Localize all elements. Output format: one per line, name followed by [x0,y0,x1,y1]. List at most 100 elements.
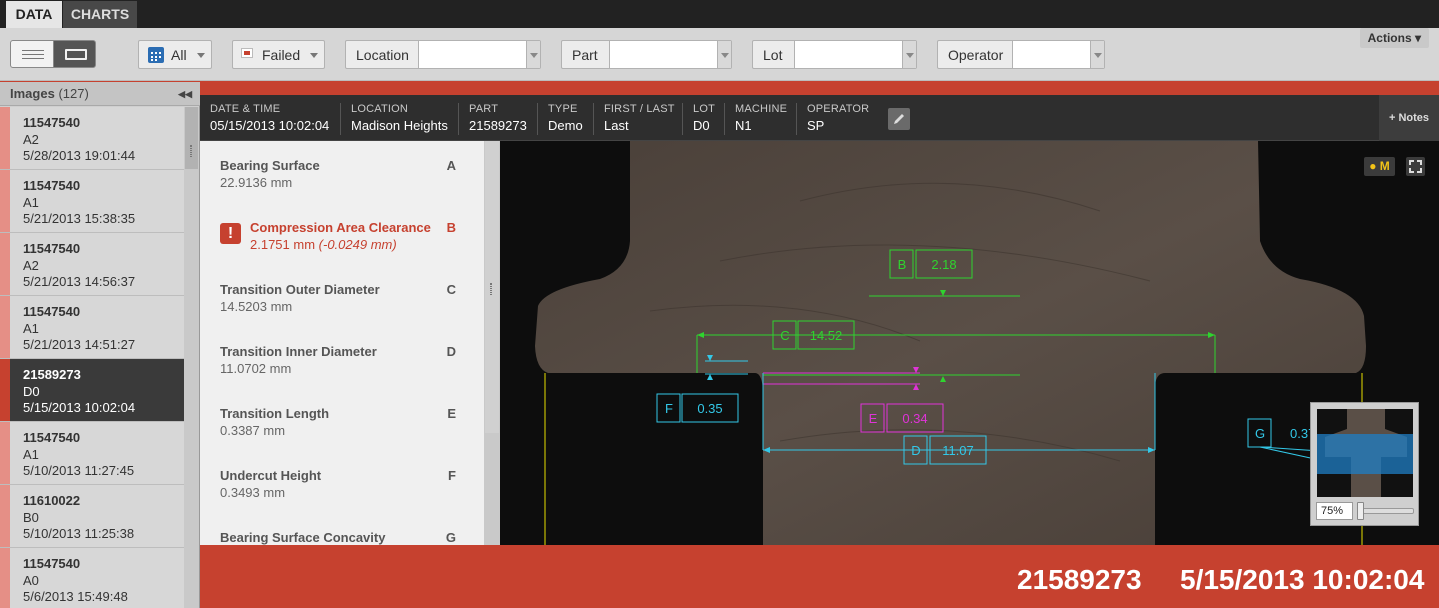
zoom-level-input[interactable]: 75% [1316,502,1353,520]
item-datetime: 5/21/2013 14:51:27 [23,337,136,352]
measurement-value: 11.0702 mm [220,361,292,376]
scrollbar-thumb[interactable] [185,107,198,169]
item-datetime: 5/10/2013 11:25:38 [23,526,135,541]
info-value: Madison Heights [351,118,448,133]
navigator-thumbnail[interactable] [1317,409,1413,497]
info-label: MACHINE [735,103,788,115]
image-list-item[interactable]: 11547540 A2 5/28/2013 19:01:44 [0,107,184,170]
measurement-value: 14.5203 mm [220,299,293,314]
callout-e-letter: E [869,411,878,426]
operator-filter[interactable]: Operator [937,40,1105,69]
location-dropdown-button[interactable] [526,41,540,68]
info-value: Demo [548,118,583,133]
part-input[interactable] [609,41,717,68]
measurement-item[interactable]: Bearing Surface Concavity G [220,530,470,545]
status-filter-dropdown[interactable]: Failed [232,40,325,69]
item-lot: A1 [23,446,39,462]
image-viewer[interactable]: B 2.18 C 14.52 E 0.34 F 0.35 D 11.07 G 0… [500,141,1439,545]
lot-dropdown-button[interactable] [902,41,916,68]
measure-mode-badge[interactable]: ● M [1364,157,1395,176]
info-type: TYPE Demo [537,103,583,135]
item-part: 11547540 [23,430,81,445]
measurement-item[interactable]: Bearing Surface 22.9136 mm A [220,158,470,190]
location-input[interactable] [418,41,526,68]
measurement-letter: B [446,220,456,235]
list-view-button[interactable] [10,40,54,68]
add-notes-button[interactable]: + Notes [1379,95,1439,141]
measurement-letter: E [447,406,456,421]
tab-data[interactable]: DATA [6,1,62,28]
info-location: LOCATION Madison Heights [340,103,448,135]
measurement-item[interactable]: Transition Inner Diameter 11.0702 mm D [220,344,470,376]
measurements-panel: Bearing Surface 22.9136 mm A ! Compression… [200,141,500,545]
part-filter[interactable]: Part [561,40,732,69]
image-list-item[interactable]: 11547540 A0 5/6/2013 15:49:48 [0,548,184,608]
measurements-scrollbar[interactable] [484,141,500,545]
zoom-slider[interactable] [1358,508,1414,514]
measurement-item[interactable]: Transition Outer Diameter 14.5203 mm C [220,282,470,314]
callout-e-value: 0.34 [902,411,927,426]
navigator-viewport [1317,434,1413,474]
item-datetime: 5/21/2013 14:56:37 [23,274,136,289]
item-part: 21589273 [23,367,81,382]
location-filter[interactable]: Location [345,40,541,69]
item-lot: A2 [23,257,39,273]
grip-icon [190,145,192,157]
image-list-item[interactable]: 11547540 A1 5/21/2013 15:38:35 [0,170,184,233]
item-part: 11547540 [23,304,81,319]
callout-c-letter: C [780,328,789,343]
operator-dropdown-button[interactable] [1090,41,1104,68]
lot-filter-label: Lot [763,47,783,63]
info-label: FIRST / LAST [604,103,675,115]
measurement-item[interactable]: Undercut Height 0.3493 mm F [220,468,470,500]
part-dropdown-button[interactable] [717,41,731,68]
actions-menu-button[interactable]: Actions ▾ [1359,28,1429,48]
info-lot: LOT D0 [682,103,715,135]
image-list-item-selected[interactable]: 21589273 D0 5/15/2013 10:02:04 [0,359,184,422]
grip-icon [490,283,492,295]
info-value: N1 [735,118,752,133]
measurement-letter: A [446,158,456,173]
footer-datetime: 5/15/2013 10:02:04 [1180,564,1425,595]
scrollbar-thumb[interactable] [485,141,499,433]
sidebar-scrollbar[interactable] [184,107,199,608]
date-filter-dropdown[interactable]: All [138,40,212,69]
info-first-last: FIRST / LAST Last [593,103,675,135]
collapse-icon[interactable]: ◀◀ [178,82,192,106]
failed-status-icon [241,48,253,58]
info-label: DATE & TIME [210,103,281,115]
filter-toolbar: All Failed Location Part Lot Operator Ac… [0,28,1439,81]
edit-info-button[interactable] [888,108,910,130]
lot-filter[interactable]: Lot [752,40,917,69]
info-label: TYPE [548,103,578,115]
sidebar-header: Images (127) ◀◀ [0,82,200,106]
images-sidebar: Images (127) ◀◀ 11547540 A2 5/28/2013 19:0… [0,82,200,608]
operator-input[interactable] [1012,41,1090,68]
item-part: 11610022 [23,493,81,508]
card-view-button[interactable] [53,40,96,68]
info-label: PART [469,103,499,115]
info-operator: OPERATOR SP [796,103,878,135]
fullscreen-icon[interactable] [1406,157,1425,176]
image-list-item[interactable]: 11547540 A1 5/21/2013 14:51:27 [0,296,184,359]
measurement-item-failed[interactable]: Compression Area Clearance 2.1751 mm (-0.… [250,220,470,252]
item-lot: A0 [23,572,39,588]
tab-charts[interactable]: CHARTS [63,1,137,28]
lot-input[interactable] [794,41,902,68]
item-datetime: 5/21/2013 15:38:35 [23,211,136,226]
image-list-item[interactable]: 11547540 A2 5/21/2013 14:56:37 [0,233,184,296]
image-list-item[interactable]: 11547540 A1 5/10/2013 11:27:45 [0,422,184,485]
image-list-item[interactable]: 11610022 B0 5/10/2013 11:25:38 [0,485,184,548]
status-bar-accent [0,81,1439,95]
info-machine: MACHINE N1 [724,103,787,135]
measurement-name: Bearing Surface Concavity [220,530,386,545]
measurement-item[interactable]: Transition Length 0.3387 mm E [220,406,470,438]
callout-b-value: 2.18 [931,257,956,272]
zoom-slider-handle[interactable] [1357,502,1364,520]
measurement-name: Transition Inner Diameter [220,344,377,359]
navigator-image [1317,409,1413,497]
callout-f-letter: F [665,401,673,416]
location-filter-label: Location [356,47,409,63]
image-info-bar: DATE & TIME 05/15/2013 10:02:04 LOCATION M… [200,95,1439,141]
callout-c-value: 14.52 [810,328,843,343]
